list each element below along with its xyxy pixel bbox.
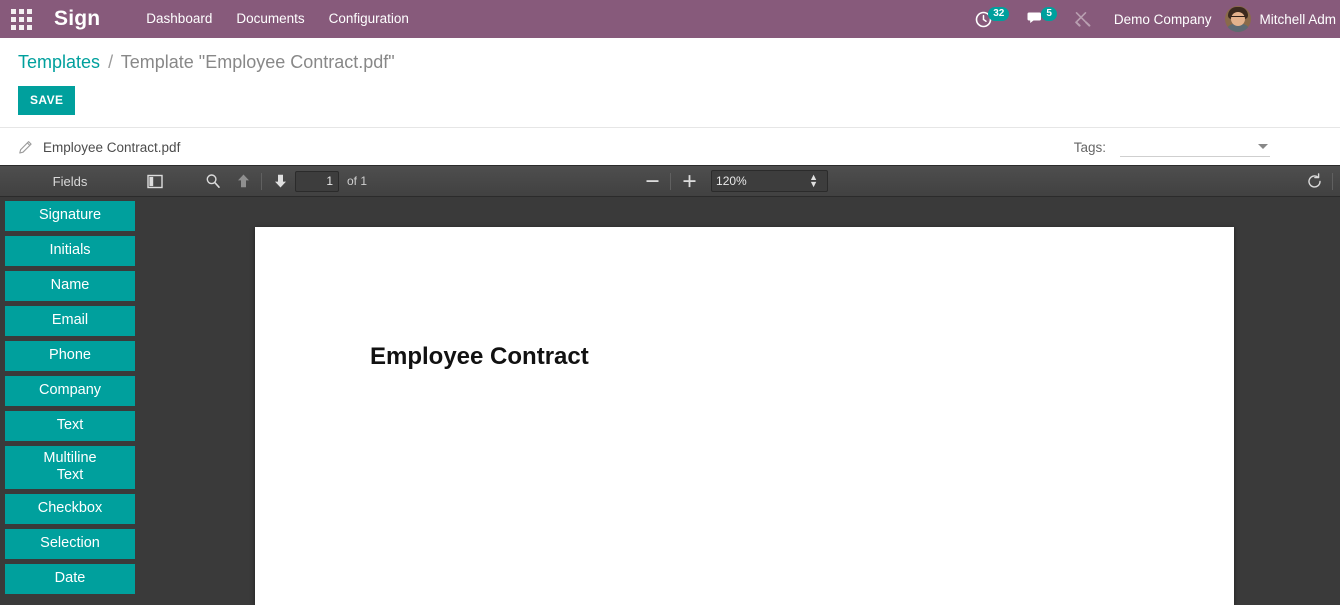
pdf-document-title: Employee Contract	[370, 343, 589, 370]
tools-button[interactable]	[1066, 0, 1100, 38]
field-button-phone[interactable]: Phone	[5, 341, 135, 371]
fields-sidebar: Signature Initials Name Email Phone Comp…	[0, 197, 140, 605]
field-button-company[interactable]: Company	[5, 376, 135, 406]
search-button[interactable]	[198, 169, 228, 193]
breadcrumb-templates[interactable]: Templates	[18, 52, 100, 72]
next-page-button[interactable]	[265, 169, 295, 193]
previous-page-button[interactable]	[228, 169, 258, 193]
field-button-date[interactable]: Date	[5, 564, 135, 594]
sidebar-toggle-icon	[147, 174, 163, 188]
navbar-right-section: 32 5 Demo Company Mitchell Adm	[966, 0, 1340, 38]
zoom-select-wrap: 120% ▲ ▼	[704, 170, 829, 192]
apps-grid-icon	[10, 8, 32, 30]
messages-button[interactable]: 5	[1018, 0, 1066, 38]
search-icon	[206, 174, 220, 188]
toolbar-divider-1	[261, 172, 262, 190]
menu-documents[interactable]: Documents	[224, 0, 316, 38]
pdf-page[interactable]: Employee Contract	[255, 227, 1234, 605]
page-number-input[interactable]	[295, 170, 339, 192]
tags-input-wrap	[1120, 138, 1270, 157]
user-avatar	[1225, 6, 1252, 32]
field-button-checkbox[interactable]: Checkbox	[5, 494, 135, 524]
zoom-in-button[interactable]	[674, 169, 704, 193]
arrow-up-icon	[237, 174, 249, 188]
pdf-toolbar: Fields of 1	[0, 165, 1340, 197]
rotate-button[interactable]	[1299, 169, 1329, 193]
document-header-row: Employee Contract.pdf Tags:	[0, 129, 1340, 165]
control-panel: Templates / Template "Employee Contract.…	[0, 38, 1340, 128]
tags-label: Tags:	[1073, 139, 1106, 155]
field-button-multiline-text[interactable]: Multiline Text	[5, 446, 135, 489]
minus-icon	[646, 180, 659, 182]
activities-count-badge: 32	[988, 7, 1010, 21]
sidebar-toggle-button[interactable]	[140, 169, 170, 193]
pencil-icon[interactable]	[18, 140, 33, 155]
zoom-controls: 120% ▲ ▼	[637, 169, 829, 193]
plus-icon	[683, 175, 696, 188]
field-button-name[interactable]: Name	[5, 271, 135, 301]
messages-count-badge: 5	[1041, 7, 1057, 21]
apps-menu-button[interactable]	[0, 0, 42, 38]
user-menu[interactable]: Mitchell Adm	[1225, 6, 1340, 32]
tags-input[interactable]	[1120, 139, 1248, 154]
breadcrumb-separator: /	[108, 52, 114, 72]
toolbar-divider-2	[670, 172, 672, 190]
toolbar-right-section	[1299, 169, 1340, 193]
user-name-label: Mitchell Adm	[1259, 11, 1336, 27]
page-count-label: of 1	[347, 174, 368, 188]
field-button-text[interactable]: Text	[5, 411, 135, 441]
menu-dashboard[interactable]: Dashboard	[134, 0, 224, 38]
document-filename[interactable]: Employee Contract.pdf	[43, 140, 180, 155]
chevron-down-icon[interactable]	[1258, 143, 1268, 149]
wrench-tools-icon	[1075, 12, 1091, 27]
pdf-viewer: Signature Initials Name Email Phone Comp…	[0, 197, 1340, 605]
toolbar-divider-3	[1332, 172, 1333, 190]
field-button-signature[interactable]: Signature	[5, 201, 135, 231]
zoom-level-select[interactable]: 120%	[711, 170, 829, 192]
save-button[interactable]: SAVE	[18, 86, 76, 115]
fields-panel-label: Fields	[52, 173, 88, 189]
zoom-out-button[interactable]	[637, 169, 667, 193]
menu-configuration[interactable]: Configuration	[317, 0, 421, 38]
top-navbar: Sign Dashboard Documents Configuration 3…	[0, 0, 1340, 38]
tags-area: Tags:	[1074, 138, 1322, 157]
breadcrumb-current: Template "Employee Contract.pdf"	[120, 52, 395, 72]
activities-button[interactable]: 32	[966, 0, 1018, 38]
company-switcher[interactable]: Demo Company	[1100, 12, 1226, 27]
rotate-icon	[1307, 172, 1321, 188]
app-brand-sign[interactable]: Sign	[54, 7, 100, 31]
breadcrumb: Templates / Template "Employee Contract.…	[18, 50, 1322, 74]
arrow-down-icon	[274, 174, 286, 188]
field-button-selection[interactable]: Selection	[5, 529, 135, 559]
field-button-initials[interactable]: Initials	[5, 236, 135, 266]
field-button-email[interactable]: Email	[5, 306, 135, 336]
